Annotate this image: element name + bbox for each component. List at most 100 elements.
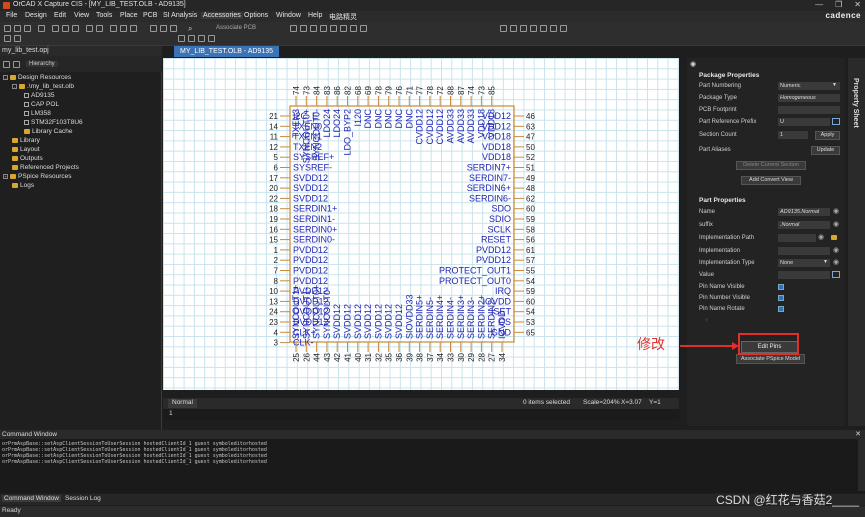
place-arc-icon[interactable] (550, 25, 557, 32)
suffix-field[interactable]: .Normal (778, 221, 830, 229)
tab-ad9135[interactable]: MY_LIB_TEST.OLB - AD9135 (174, 46, 279, 57)
close-button[interactable]: ✕ (854, 0, 861, 9)
menu-edit[interactable]: Edit (54, 12, 66, 19)
place-bus-icon[interactable] (320, 25, 327, 32)
tree-item-design-resources[interactable]: - Design Resources (3, 74, 71, 81)
save-icon[interactable] (24, 25, 31, 32)
browse-icon[interactable] (832, 118, 840, 125)
toolbar-row2-icon[interactable] (4, 35, 11, 42)
place-power-icon[interactable] (340, 25, 347, 32)
toolbar-row2-icon[interactable] (14, 35, 21, 42)
tree-item-part[interactable]: CAP POL (24, 101, 59, 108)
pin-number-visible-checkbox[interactable] (778, 295, 784, 301)
expand-icon[interactable]: + (3, 174, 8, 179)
menu-help[interactable]: Help (308, 12, 322, 19)
associate-pspice-model-button[interactable]: Associate PSpice Model (736, 354, 805, 364)
place-net-icon[interactable] (310, 25, 317, 32)
scrollbar[interactable] (858, 439, 865, 491)
tree-item-outputs[interactable]: Outputs (12, 155, 43, 162)
menu-place[interactable]: Place (120, 12, 138, 19)
eye-icon[interactable]: ◉ (833, 207, 839, 215)
pcb-footprint-field[interactable] (778, 106, 840, 114)
place-wire-icon[interactable] (300, 25, 307, 32)
close-icon[interactable]: ✕ (855, 430, 861, 438)
browse-icon[interactable] (832, 271, 840, 278)
toolbar-row2-icon[interactable] (208, 35, 215, 42)
redo-icon[interactable] (96, 25, 103, 32)
hierarchy-tab[interactable]: Hierarchy (26, 61, 58, 67)
search-icon[interactable]: ⌕ (188, 24, 192, 34)
menu-options[interactable]: Options (244, 12, 268, 19)
place-port-icon[interactable] (360, 25, 367, 32)
place-ellipse-icon[interactable] (540, 25, 547, 32)
zoom-out-icon[interactable] (120, 25, 127, 32)
tree-item-library-file[interactable]: - .\my_lib_test.olb (12, 83, 74, 90)
new-icon[interactable] (4, 25, 11, 32)
implementation-path-field[interactable] (778, 234, 816, 242)
implementation-field[interactable] (778, 247, 830, 255)
place-line-icon[interactable] (520, 25, 527, 32)
tree-item-referenced-projects[interactable]: Referenced Projects (12, 164, 79, 171)
toolbar-row2-icon[interactable] (178, 35, 185, 42)
tree-item-layout[interactable]: Layout (12, 146, 40, 153)
project-file-tab[interactable]: my_lib_test.opj (0, 46, 162, 56)
tree-item-part[interactable]: STM32F103T8U6 (24, 119, 83, 126)
menu-window[interactable]: Window (276, 12, 301, 19)
tree-item-part[interactable]: AD9135 (24, 92, 55, 99)
pin-name-visible-checkbox[interactable] (778, 284, 784, 290)
eye-icon[interactable]: ◉ (833, 220, 839, 228)
menu-design[interactable]: Design (25, 12, 47, 19)
eye-icon[interactable]: ◉ (833, 246, 839, 254)
undo-icon[interactable] (86, 25, 93, 32)
menu-file[interactable]: File (6, 12, 17, 19)
tab-session-log[interactable]: Session Log (63, 495, 103, 502)
file-view-icon[interactable] (3, 61, 10, 68)
drc-icon[interactable] (170, 25, 177, 32)
zoom-fit-icon[interactable] (130, 25, 137, 32)
folder-icon[interactable] (831, 235, 837, 240)
property-sheet-tab[interactable]: Property Sheet (848, 58, 865, 426)
menu-view[interactable]: View (74, 12, 89, 19)
netlist-icon[interactable] (150, 25, 157, 32)
value-field[interactable] (778, 271, 830, 279)
place-part-icon[interactable] (290, 25, 297, 32)
menu-pcb[interactable]: PCB (143, 12, 157, 19)
paste-icon[interactable] (72, 25, 79, 32)
chevron-down-icon[interactable]: ▼ (823, 259, 828, 265)
menu-si-analysis[interactable]: SI Analysis (163, 12, 197, 19)
eye-icon[interactable]: ◉ (818, 233, 824, 241)
command-input[interactable]: 1 (163, 409, 679, 420)
tab-command-window[interactable]: Command Window (2, 495, 61, 502)
delete-current-section-button[interactable]: Delete Current Section (736, 161, 806, 170)
associate-pcb-label[interactable]: Associate PCB (216, 25, 256, 31)
menu-circuit-wizard[interactable]: 电路精灵 (329, 12, 357, 22)
place-pin-array-icon[interactable] (510, 25, 517, 32)
tree-item-pspice-resources[interactable]: + PSpice Resources (3, 173, 71, 180)
pin-name-rotate-checkbox[interactable] (778, 306, 784, 312)
place-rect-icon[interactable] (530, 25, 537, 32)
tree-item-logs[interactable]: Logs (12, 182, 34, 189)
part-numbering-select[interactable]: Numeric (778, 82, 840, 90)
place-ground-icon[interactable] (350, 25, 357, 32)
collapse-icon[interactable]: - (3, 75, 8, 80)
pin-icon[interactable]: ◉ (690, 60, 696, 68)
maximize-button[interactable]: ❐ (835, 0, 842, 9)
eye-icon[interactable]: ◉ (833, 258, 839, 266)
part-reference-prefix-field[interactable]: U (778, 118, 830, 126)
menu-tools[interactable]: Tools (96, 12, 112, 19)
copy-icon[interactable] (62, 25, 69, 32)
collapse-icon[interactable]: - (12, 84, 17, 89)
place-pin-icon[interactable] (500, 25, 507, 32)
minimize-button[interactable]: — (815, 0, 823, 9)
zoom-in-icon[interactable] (110, 25, 117, 32)
tree-item-library-cache[interactable]: Library Cache (24, 128, 72, 135)
tree-item-library[interactable]: Library (12, 137, 40, 144)
section-count-field[interactable]: 1 (778, 131, 808, 139)
tab-normal-view[interactable]: Normal (168, 399, 197, 408)
place-text-icon[interactable] (560, 25, 567, 32)
bom-icon[interactable] (160, 25, 167, 32)
menu-accessories[interactable]: Accessories (201, 12, 243, 19)
apply-button[interactable]: Apply (815, 131, 840, 140)
part-symbol[interactable]: 21 I2C_E14 TXEN011 TXEN112 TXEN25 SYSREF+6 SYS… (163, 58, 679, 390)
name-field[interactable]: AD9135.Normal (778, 208, 830, 216)
